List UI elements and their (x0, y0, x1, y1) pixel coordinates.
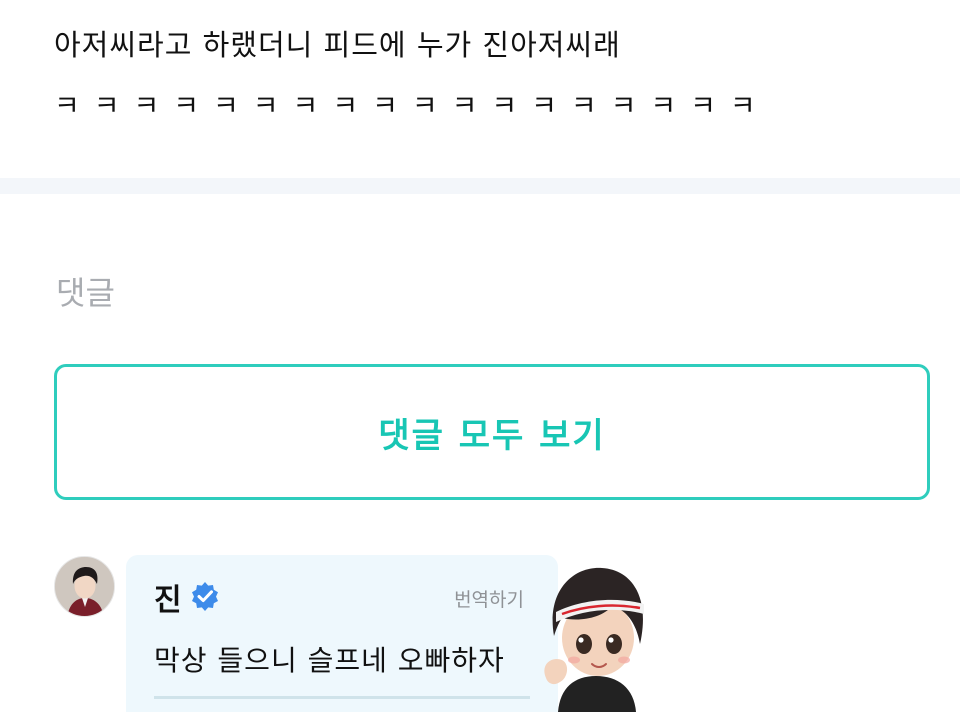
avatar-image (55, 557, 114, 616)
verified-badge-icon (192, 582, 218, 611)
section-divider (0, 178, 960, 194)
avatar[interactable] (54, 556, 115, 617)
view-all-comments-button[interactable]: 댓글 모두 보기 (54, 364, 930, 500)
post-text-line-2: ㅋㅋㅋㅋㅋㅋㅋㅋㅋㅋㅋㅋㅋㅋㅋㅋㅋㅋ (54, 89, 770, 122)
comment-text: 막상 들으니 슬프네 오빠하자 (154, 644, 505, 677)
view-all-comments-label: 댓글 모두 보기 (378, 415, 606, 456)
comments-section-title: 댓글 (56, 274, 115, 312)
comment-divider (154, 696, 530, 699)
character-sticker-icon (544, 567, 644, 712)
post-text-line-1: 아저씨라고 하랬더니 피드에 누가 진아저씨래 (54, 28, 621, 62)
translate-link[interactable]: 번역하기 (454, 585, 524, 612)
comment-bubble: 진 번역하기 막상 들으니 슬프네 오빠하자 (126, 555, 558, 712)
comment-author-name[interactable]: 진 (154, 575, 182, 619)
